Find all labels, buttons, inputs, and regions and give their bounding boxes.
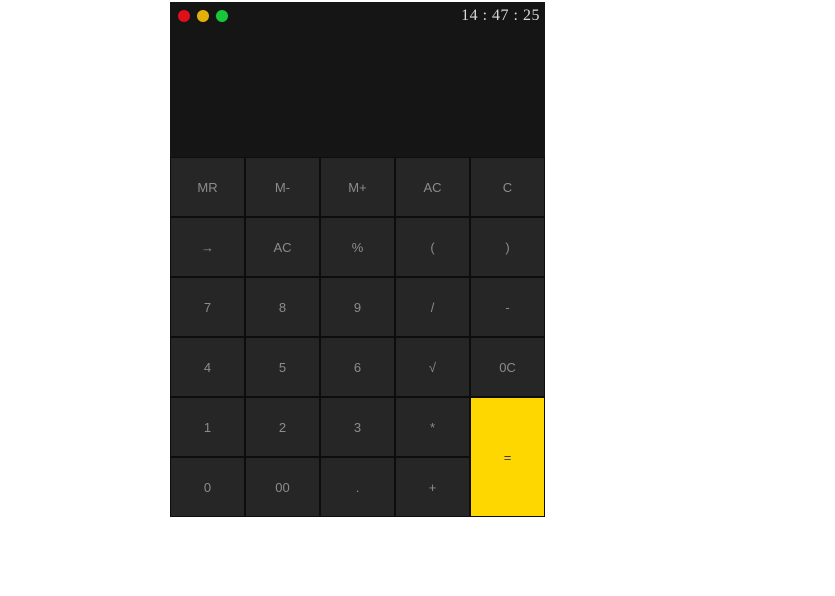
digit-7-button[interactable]: 7: [170, 277, 245, 337]
zero-clear-button[interactable]: 0C: [470, 337, 545, 397]
clock: 14 : 47 : 25: [461, 7, 540, 24]
backspace-arrow-button[interactable]: →: [170, 217, 245, 277]
square-root-button[interactable]: √: [395, 337, 470, 397]
digit-4-button[interactable]: 4: [170, 337, 245, 397]
title-bar: 14 : 47 : 25: [170, 2, 545, 30]
calculator-display: [170, 30, 545, 157]
add-button[interactable]: +: [395, 457, 470, 517]
digit-2-button[interactable]: 2: [245, 397, 320, 457]
minimize-window-button[interactable]: [197, 10, 209, 22]
clear-button[interactable]: C: [470, 157, 545, 217]
all-clear-button-secondary[interactable]: AC: [245, 217, 320, 277]
percent-button[interactable]: %: [320, 217, 395, 277]
divide-button[interactable]: /: [395, 277, 470, 337]
memory-subtract-button[interactable]: M-: [245, 157, 320, 217]
digit-5-button[interactable]: 5: [245, 337, 320, 397]
double-zero-button[interactable]: 00: [245, 457, 320, 517]
close-paren-button[interactable]: ): [470, 217, 545, 277]
digit-0-button[interactable]: 0: [170, 457, 245, 517]
calculator-window: 14 : 47 : 25 MR M- M+ AC C → AC % ( ) 7 …: [170, 2, 545, 517]
subtract-button[interactable]: -: [470, 277, 545, 337]
digit-1-button[interactable]: 1: [170, 397, 245, 457]
memory-recall-button[interactable]: MR: [170, 157, 245, 217]
keypad: MR M- M+ AC C → AC % ( ) 7 8 9 / - 4 5 6…: [170, 157, 545, 517]
all-clear-button[interactable]: AC: [395, 157, 470, 217]
digit-3-button[interactable]: 3: [320, 397, 395, 457]
decimal-point-button[interactable]: .: [320, 457, 395, 517]
maximize-window-button[interactable]: [216, 10, 228, 22]
close-window-button[interactable]: [178, 10, 190, 22]
memory-add-button[interactable]: M+: [320, 157, 395, 217]
multiply-button[interactable]: *: [395, 397, 470, 457]
open-paren-button[interactable]: (: [395, 217, 470, 277]
digit-9-button[interactable]: 9: [320, 277, 395, 337]
digit-6-button[interactable]: 6: [320, 337, 395, 397]
equals-button[interactable]: =: [470, 397, 545, 517]
digit-8-button[interactable]: 8: [245, 277, 320, 337]
